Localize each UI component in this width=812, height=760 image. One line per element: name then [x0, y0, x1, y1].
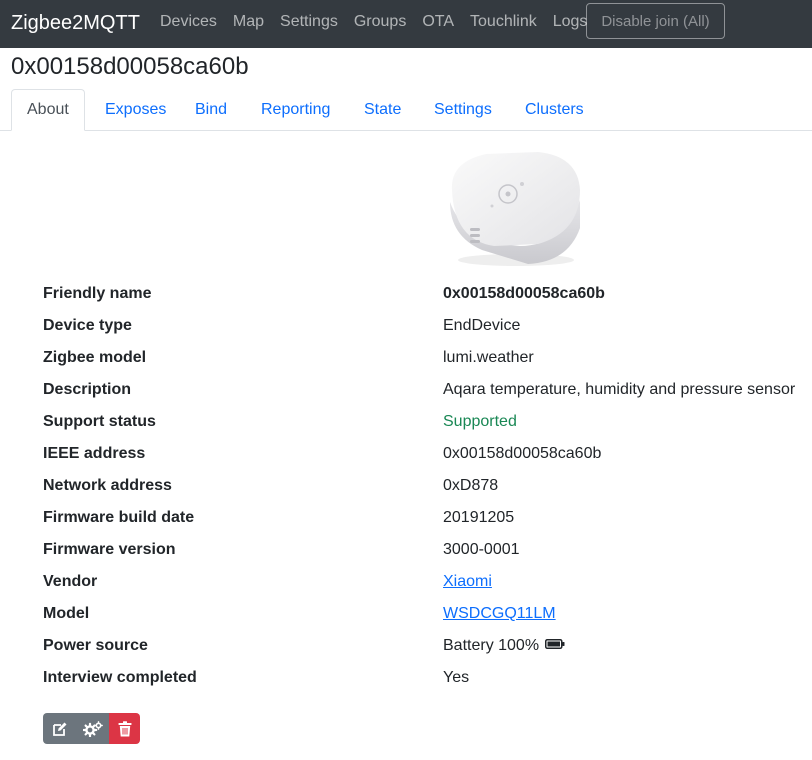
nav-settings[interactable]: Settings — [280, 12, 338, 32]
info-value: Aqara temperature, humidity and pressure… — [443, 381, 796, 398]
support-status-value: Supported — [443, 413, 517, 430]
nav-map[interactable]: Map — [233, 12, 264, 32]
nav-logs[interactable]: Logs — [553, 12, 588, 32]
navbar: Zigbee2MQTT Devices Map Settings Groups … — [0, 0, 812, 48]
battery-full-icon — [545, 638, 565, 649]
page-title: 0x00158d00058ca60b — [11, 53, 249, 80]
nav-links: Devices Map Settings Groups OTA Touchlin… — [160, 12, 603, 32]
info-label: Interview completed — [43, 669, 197, 686]
info-value: 0x00158d00058ca60b — [443, 285, 605, 302]
nav-ota[interactable]: OTA — [422, 12, 454, 32]
info-row-device-type: Device type EndDevice — [0, 315, 812, 347]
edit-icon — [52, 722, 66, 736]
info-label: Model — [43, 605, 90, 622]
configure-button[interactable] — [76, 713, 109, 744]
info-row-ieee-address: IEEE address 0x00158d00058ca60b — [0, 443, 812, 475]
sensor-device-image — [450, 152, 580, 266]
info-value: 3000-0001 — [443, 541, 520, 558]
info-row-support-status: Support status Supported — [0, 411, 812, 443]
info-label: Power source — [43, 637, 148, 654]
info-row-network-address: Network address 0xD878 — [0, 475, 812, 507]
info-row-interview-completed: Interview completed Yes — [0, 667, 812, 699]
rename-button[interactable] — [43, 713, 76, 744]
info-row-firmware-version: Firmware version 3000-0001 — [0, 539, 812, 571]
tab-exposes[interactable]: Exposes — [105, 89, 166, 131]
info-label: Network address — [43, 477, 172, 494]
tab-reporting[interactable]: Reporting — [261, 89, 330, 131]
brand-link[interactable]: Zigbee2MQTT — [11, 10, 140, 36]
tab-settings[interactable]: Settings — [434, 89, 492, 131]
info-value: WSDCGQ11LM — [443, 603, 556, 625]
tab-state[interactable]: State — [364, 89, 401, 131]
tab-bind[interactable]: Bind — [195, 89, 227, 131]
info-row-power-source: Power source Battery 100% — [0, 635, 812, 667]
cogs-icon — [82, 720, 103, 737]
info-label: Firmware build date — [43, 509, 195, 526]
info-row-vendor: Vendor Xiaomi — [0, 571, 812, 603]
info-label: Support status — [43, 413, 156, 430]
nav-devices[interactable]: Devices — [160, 12, 217, 32]
info-value: 20191205 — [443, 509, 515, 526]
info-row-friendly-name: Friendly name 0x00158d00058ca60b — [0, 283, 812, 315]
info-value: 0xD878 — [443, 477, 499, 494]
nav-touchlink[interactable]: Touchlink — [470, 12, 537, 32]
info-label: Vendor — [43, 573, 98, 590]
vendor-link[interactable]: Xiaomi — [443, 573, 492, 590]
info-value: lumi.weather — [443, 349, 534, 366]
info-row-zigbee-model: Zigbee model lumi.weather — [0, 347, 812, 379]
tab-clusters[interactable]: Clusters — [525, 89, 584, 131]
model-link[interactable]: WSDCGQ11LM — [443, 605, 556, 622]
disable-join-button[interactable]: Disable join (All) — [586, 3, 725, 39]
info-row-description: Description Aqara temperature, humidity … — [0, 379, 812, 411]
device-actions — [43, 713, 140, 744]
trash-icon — [118, 720, 131, 736]
device-tabs: About Exposes Bind Reporting State Setti… — [0, 89, 812, 131]
info-label: Device type — [43, 317, 132, 334]
info-value: Battery 100% — [443, 635, 565, 657]
remove-button[interactable] — [109, 713, 140, 744]
info-label: IEEE address — [43, 445, 146, 462]
info-value: EndDevice — [443, 317, 521, 334]
info-label: Description — [43, 381, 132, 398]
info-value: Xiaomi — [443, 571, 492, 593]
tab-about[interactable]: About — [11, 89, 85, 131]
power-source-text: Battery 100% — [443, 637, 540, 654]
info-value: 0x00158d00058ca60b — [443, 445, 602, 462]
info-label: Zigbee model — [43, 349, 147, 366]
nav-groups[interactable]: Groups — [354, 12, 406, 32]
info-row-model: Model WSDCGQ11LM — [0, 603, 812, 635]
info-value: Yes — [443, 669, 470, 686]
info-label: Firmware version — [43, 541, 176, 558]
info-row-firmware-build-date: Firmware build date 20191205 — [0, 507, 812, 539]
info-label: Friendly name — [43, 285, 152, 302]
